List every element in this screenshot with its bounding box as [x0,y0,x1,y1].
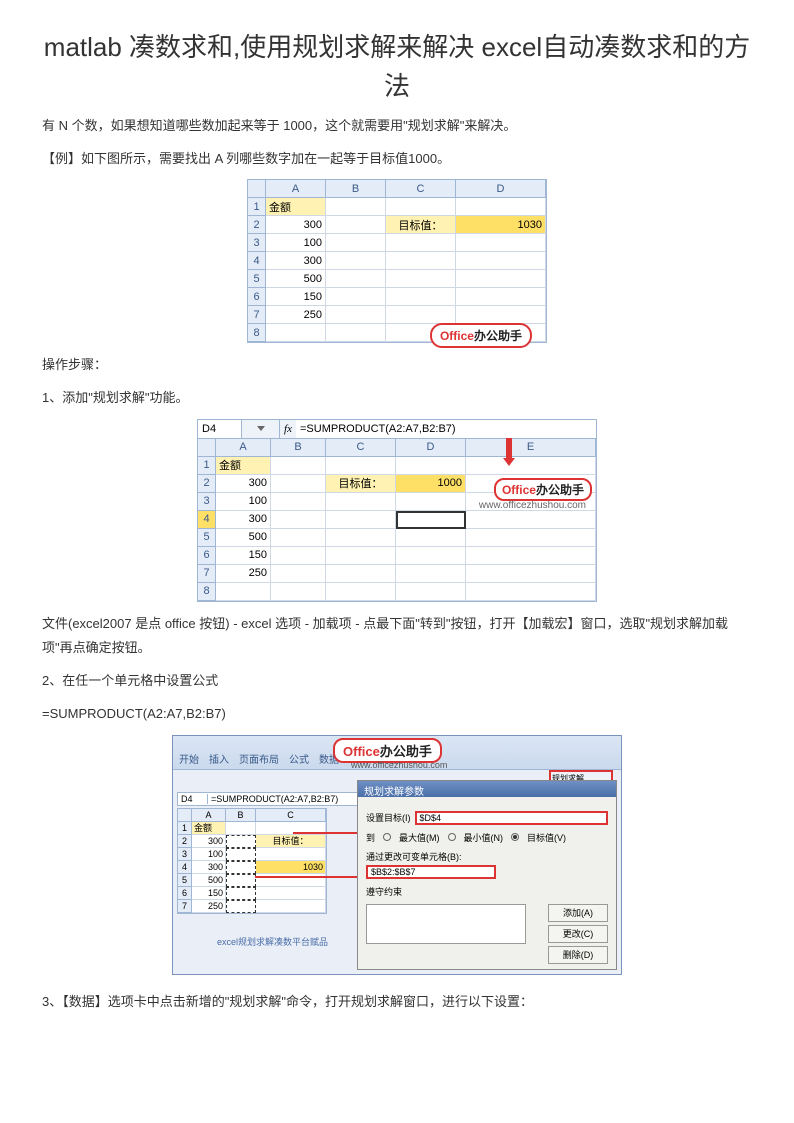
target-value: 1000 [396,475,466,493]
watermark-url: www.officezhushou.com [479,500,586,511]
cell-value: 100 [266,234,326,252]
page-title: matlab 凑数求和,使用规划求解来解决 excel自动凑数求和的方法 [42,28,752,106]
input-target-cell: $D$4 [415,811,609,825]
ribbon-tab: 公式 [289,751,309,769]
screenshot-3: 开始 插入 页面布局 公式 数据 审阅 视图 Office办公助手 www.of… [172,735,622,975]
ribbon-tab: 开始 [179,751,199,769]
change-button: 更改(C) [548,925,608,943]
radio-max [383,833,391,841]
cell-value: 500 [216,529,271,547]
figure-caption: excel规划求解凑数平台赋品 [217,935,328,948]
watermark-badge: Office办公助手 [430,323,532,348]
cell-value: 300 [216,511,271,529]
target-label: 目标值： [326,475,396,493]
name-box: D4 [198,420,242,438]
paragraph-step1: 1、添加"规划求解"功能。 [42,386,752,411]
watermark-badge: Office办公助手 [494,478,592,501]
mini-spreadsheet: ABC 1金额 2300目标值： 3100 43001030 5500 6150… [177,808,327,914]
cell-value: 250 [266,306,326,324]
col-header: D [456,180,546,198]
col-header: B [326,180,386,198]
cell-header: 金额 [216,457,271,475]
ribbon-tab: 页面布局 [239,751,279,769]
radio-value [511,833,519,841]
add-button: 添加(A) [548,904,608,922]
cell-value: 300 [266,252,326,270]
delete-button: 删除(D) [548,946,608,964]
radio-min [448,833,456,841]
col-header: C [386,180,456,198]
cell-value: 150 [216,547,271,565]
arrow-icon [506,438,512,460]
col-header: A [266,180,326,198]
cell-value: 150 [266,288,326,306]
paragraph-step3: 3、【数据】选项卡中点击新增的"规划求解"命令，打开规划求解窗口，进行以下设置： [42,990,752,1015]
col-header: C [326,439,396,457]
target-label: 目标值： [386,216,456,234]
cell-value: 500 [266,270,326,288]
cell-value: 250 [216,565,271,583]
label-target: 设置目标(I) [366,811,411,824]
ribbon-tab: 插入 [209,751,229,769]
cell-value: 300 [266,216,326,234]
paragraph-intro: 有 N 个数，如果想知道哪些数加起来等于 1000，这个就需要用"规划求解"来解… [42,114,752,139]
fx-icon: fx [280,420,296,438]
screenshot-2: D4 fx =SUMPRODUCT(A2:A7,B2:B7) A B C D E… [197,419,597,602]
constraint-list [366,904,526,944]
paragraph-steps: 操作步骤： [42,353,752,378]
paragraph-formula: =SUMPRODUCT(A2:A7,B2:B7) [42,702,752,727]
input-variable-cells: $B$2:$B$7 [366,865,496,879]
col-header: B [271,439,326,457]
formula-bar: =SUMPRODUCT(A2:A7,B2:B7) [208,794,341,804]
label-variable: 通过更改可变单元格(B): [366,850,608,863]
col-header: A [216,439,271,457]
paragraph-step1-detail: 文件(excel2007 是点 office 按钮) - excel 选项 - … [42,612,752,661]
label-to: 到 [366,831,375,844]
dialog-title: 规划求解参数 [358,781,616,797]
target-value: 1030 [456,216,546,234]
screenshot-1: A B C D 1金额 2300目标值：1030 3100 4300 5500 … [247,179,547,343]
cell-value: 100 [216,493,271,511]
dropdown-icon [257,426,265,431]
name-box: D4 [178,794,208,804]
paragraph-step2: 2、在任一个单元格中设置公式 [42,669,752,694]
cell-header: 金额 [266,198,326,216]
paragraph-example: 【例】如下图所示，需要找出 A 列哪些数字加在一起等于目标值1000。 [42,147,752,172]
solver-dialog: 规划求解参数 设置目标(I)$D$4 到 最大值(M) 最小值(N) 目标值(V… [357,780,617,970]
col-header: D [396,439,466,457]
watermark-url: www.officezhushou.com [351,760,447,770]
formula-bar: =SUMPRODUCT(A2:A7,B2:B7) [296,420,596,438]
cell-value: 300 [216,475,271,493]
col-header: E [466,439,596,457]
label-constraint: 遵守约束 [366,885,402,898]
